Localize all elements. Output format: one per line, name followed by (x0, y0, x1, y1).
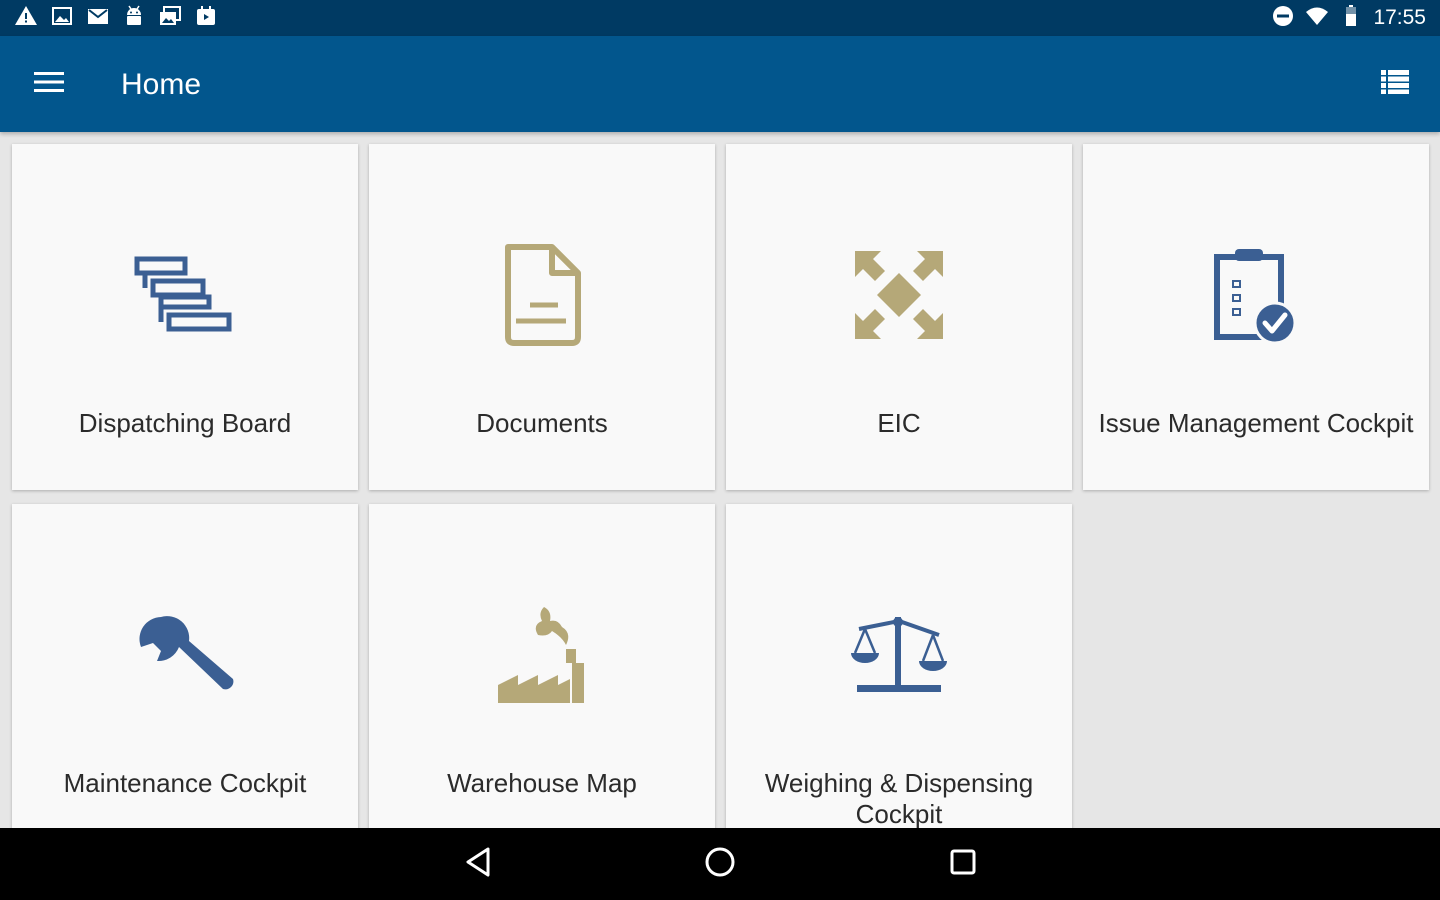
wrench-icon (130, 600, 240, 710)
wifi-icon (1305, 4, 1329, 33)
hamburger-menu-icon (34, 71, 64, 98)
tile-warehouse-map[interactable]: Warehouse Map (369, 504, 715, 850)
tile-label: Warehouse Map (447, 768, 637, 798)
system-status: 17:55 (1271, 4, 1426, 33)
tile-label: Issue Management Cockpit (1098, 408, 1414, 438)
tile-weighing-dispensing-cockpit[interactable]: Weighing & Dispensing Cockpit (726, 504, 1072, 850)
tile-label: EIC (877, 408, 921, 438)
expand-arrows-icon (844, 240, 954, 350)
notification-icons (14, 4, 218, 33)
tile-documents[interactable]: Documents (369, 144, 715, 490)
dispatching-board-icon (130, 240, 240, 350)
gallery-icon (158, 4, 182, 33)
system-nav-bar (0, 828, 1440, 900)
tile-label: Documents (476, 408, 608, 438)
calendar-icon (194, 4, 218, 33)
home-icon (704, 846, 736, 883)
tile-issue-management-cockpit[interactable]: Issue Management Cockpit (1083, 144, 1429, 490)
back-button[interactable] (450, 842, 506, 886)
home-button[interactable] (692, 842, 748, 886)
factory-icon (487, 600, 597, 710)
status-time: 17:55 (1373, 6, 1426, 29)
warning-icon (14, 4, 38, 33)
list-view-icon (1381, 69, 1409, 99)
document-icon (487, 240, 597, 350)
tile-dispatching-board[interactable]: Dispatching Board (12, 144, 358, 490)
status-bar: 17:55 (0, 0, 1440, 36)
tile-label: Dispatching Board (78, 408, 292, 438)
recents-icon (949, 848, 977, 881)
tile-label: Maintenance Cockpit (63, 768, 307, 798)
battery-icon (1339, 4, 1363, 33)
app-bar: Home (0, 36, 1440, 132)
tile-maintenance-cockpit[interactable]: Maintenance Cockpit (12, 504, 358, 850)
back-icon (464, 846, 492, 883)
tile-eic[interactable]: EIC (726, 144, 1072, 490)
android-icon (122, 4, 146, 33)
recents-button[interactable] (935, 842, 991, 886)
hamburger-menu-button[interactable] (28, 66, 70, 102)
page-title: Home (121, 68, 202, 101)
mail-icon (86, 4, 110, 33)
image-icon (50, 4, 74, 33)
scale-icon (844, 600, 954, 710)
clipboard-check-icon (1201, 240, 1311, 350)
do-not-disturb-icon (1271, 4, 1295, 33)
list-view-button[interactable] (1374, 64, 1416, 104)
tile-label: Weighing & Dispensing Cockpit (764, 768, 1034, 829)
